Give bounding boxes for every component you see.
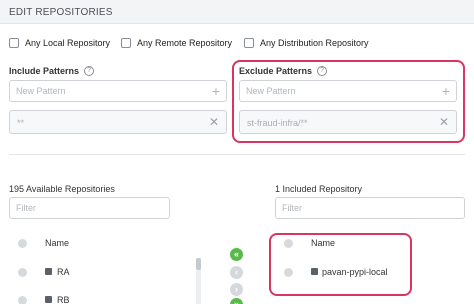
any-remote-repository-option[interactable]: Any Remote Repository	[121, 38, 232, 48]
include-all-button[interactable]: «	[230, 248, 243, 261]
included-filter-box	[275, 197, 465, 219]
available-filter-box	[9, 197, 170, 219]
exclude-patterns-highlight	[232, 60, 465, 143]
include-pattern-chip: ** ✕	[9, 110, 227, 134]
exclude-selected-button[interactable]: ›	[230, 283, 243, 296]
dialog-title: EDIT REPOSITORIES	[9, 7, 113, 18]
include-patterns-label: Include Patterns	[9, 66, 80, 76]
repository-icon	[45, 268, 52, 275]
available-row-radio[interactable]	[18, 296, 27, 304]
available-filter-input[interactable]	[10, 198, 169, 218]
any-distribution-repository-option[interactable]: Any Distribution Repository	[244, 38, 369, 48]
dialog-header: EDIT REPOSITORIES	[0, 0, 474, 24]
any-remote-repository-label: Any Remote Repository	[137, 38, 233, 48]
included-filter-input[interactable]	[276, 198, 464, 218]
include-add-plus-icon[interactable]: +	[212, 83, 220, 99]
available-name-column-header[interactable]: Name	[45, 238, 69, 248]
include-selected-button[interactable]: ‹	[230, 266, 243, 279]
include-patterns-heading: Include Patterns ?	[9, 66, 95, 76]
include-pattern-value: **	[17, 118, 25, 128]
any-local-repository-label: Any Local Repository	[25, 38, 111, 48]
include-remove-close-icon[interactable]: ✕	[209, 115, 219, 129]
section-divider	[9, 154, 465, 155]
available-repo-name[interactable]: RA	[57, 267, 70, 277]
available-list-scroll-thumb[interactable]	[196, 258, 201, 270]
any-distribution-repository-label: Any Distribution Repository	[260, 38, 369, 48]
available-select-all-radio[interactable]	[18, 239, 27, 248]
available-repositories-title: 195 Available Repositories	[9, 184, 115, 194]
included-repositories-title: 1 Included Repository	[275, 184, 363, 194]
any-remote-repository-checkbox[interactable]	[121, 38, 131, 48]
available-repo-name[interactable]: RB	[57, 295, 70, 304]
repository-icon	[45, 296, 52, 303]
any-local-repository-option[interactable]: Any Local Repository	[9, 38, 110, 48]
include-pattern-input-box: +	[9, 80, 227, 102]
included-repositories-highlight	[269, 233, 412, 296]
any-local-repository-checkbox[interactable]	[9, 38, 19, 48]
include-help-icon[interactable]: ?	[84, 66, 95, 76]
exclude-all-button[interactable]: »	[230, 298, 243, 304]
any-distribution-repository-checkbox[interactable]	[244, 38, 254, 48]
available-row-radio[interactable]	[18, 268, 27, 277]
include-pattern-input[interactable]	[10, 81, 204, 101]
